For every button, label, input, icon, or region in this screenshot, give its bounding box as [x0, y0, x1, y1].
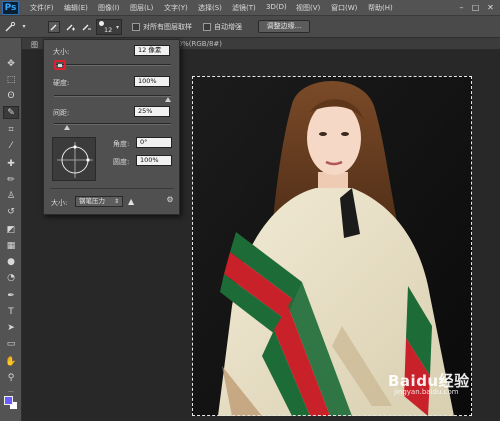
watermark: Baidu经验 jingyan.baidu.com [388, 370, 470, 396]
maximize-icon[interactable]: □ [470, 2, 481, 13]
watermark-url: jingyan.baidu.com [394, 388, 459, 396]
blur-tool-icon[interactable]: ● [3, 256, 19, 269]
add-to-selection-brush-icon[interactable] [64, 21, 76, 33]
clone-stamp-tool-icon[interactable]: ♙ [3, 190, 19, 203]
menu-edit[interactable]: 编辑(E) [64, 3, 88, 13]
brush-size-readout: 12 [104, 26, 113, 34]
refine-edge-button[interactable]: 调整边缘... [258, 20, 310, 33]
sample-all-layers-checkbox[interactable] [132, 23, 140, 31]
size-slider[interactable] [54, 64, 171, 66]
new-selection-brush-icon[interactable] [48, 21, 60, 33]
subtract-from-selection-brush-icon[interactable] [80, 21, 92, 33]
size-mode-label: 大小: [51, 199, 68, 207]
size-slider-thumb[interactable] [54, 60, 66, 70]
lasso-tool-icon[interactable]: ʘ [3, 90, 19, 103]
size-mode-dropdown[interactable]: 钢笔压力 ⇕ [75, 196, 123, 207]
tools-panel: ✥ ⬚ ʘ ✎ ⌗ ⁄ ✚ ✏ ♙ ↺ ◩ ▦ ● ◔ ✒ T ➤ ▭ ✋ ⚲ … [0, 38, 22, 421]
crop-tool-icon[interactable]: ⌗ [3, 124, 19, 137]
dodge-tool-icon[interactable]: ◔ [3, 272, 19, 285]
zoom-tool-icon[interactable]: ⚲ [3, 372, 19, 385]
history-brush-tool-icon[interactable]: ↺ [3, 206, 19, 219]
warning-icon: ▲ [128, 197, 135, 206]
hardness-field[interactable]: 100% [134, 76, 170, 87]
auto-enhance-label: 自动增强 [214, 23, 242, 31]
brush-picker-panel: 大小: 12 像素 硬度: 100% 间距: 25% 角度: 0° 圆度: 10… [43, 39, 180, 215]
roundness-label: 圆度: [113, 158, 130, 166]
hand-tool-icon[interactable]: ✋ [3, 356, 19, 369]
options-bar: ▾ 12 ▾ 对所有图层取样 自动增强 调整边缘... [0, 16, 500, 38]
menu-view[interactable]: 视图(V) [296, 3, 320, 13]
angle-roundness-dial[interactable] [52, 137, 96, 181]
menu-image[interactable]: 图像(I) [98, 3, 120, 13]
hardness-slider[interactable] [54, 95, 171, 97]
hardness-slider-thumb[interactable] [165, 97, 171, 102]
menu-select[interactable]: 选择(S) [198, 3, 222, 13]
healing-brush-tool-icon[interactable]: ✚ [3, 158, 19, 171]
brush-picker-button[interactable]: 12 ▾ [96, 19, 122, 35]
hardness-label: 硬度: [53, 79, 70, 87]
marquee-tool-icon[interactable]: ⬚ [3, 74, 19, 87]
angle-label: 角度: [113, 140, 130, 148]
dropdown-arrows-icon: ⇕ [113, 198, 119, 205]
type-tool-icon[interactable]: T [3, 306, 19, 319]
menu-3d[interactable]: 3D(D) [266, 3, 287, 11]
angle-field[interactable]: 0° [136, 137, 172, 148]
eraser-tool-icon[interactable]: ◩ [3, 224, 19, 237]
panel-divider [50, 188, 174, 189]
path-selection-tool-icon[interactable]: ➤ [3, 322, 19, 335]
size-mode-value: 钢笔压力 [79, 197, 105, 205]
chevron-down-icon: ▾ [116, 24, 120, 31]
size-label: 大小: [53, 48, 70, 56]
document-tab[interactable]: 图 [31, 40, 38, 50]
spacing-slider-thumb[interactable] [64, 125, 70, 130]
gear-icon[interactable]: ⚙ [165, 195, 175, 205]
roundness-field[interactable]: 100% [136, 155, 172, 166]
rectangle-tool-icon[interactable]: ▭ [3, 338, 19, 351]
quick-selection-tool-icon[interactable]: ✎ [3, 106, 19, 119]
brush-tool-icon[interactable]: ✏ [3, 174, 19, 187]
brush-tip-circle-icon [57, 142, 93, 178]
menu-file[interactable]: 文件(F) [30, 3, 54, 13]
tool-preset-arrow-icon[interactable]: ▾ [18, 21, 30, 33]
move-tool-icon[interactable]: ✥ [3, 58, 19, 71]
spacing-label: 间距: [53, 109, 70, 117]
menu-window[interactable]: 窗口(W) [331, 3, 357, 13]
menu-help[interactable]: 帮助(H) [368, 3, 393, 13]
foreground-color-swatch[interactable] [4, 396, 13, 405]
menu-type[interactable]: 文字(Y) [164, 3, 188, 13]
spacing-field[interactable]: 25% [134, 106, 170, 117]
gradient-tool-icon[interactable]: ▦ [3, 240, 19, 253]
selection-marquee [192, 76, 472, 416]
close-icon[interactable]: ✕ [485, 2, 496, 13]
eyedropper-tool-icon[interactable]: ⁄ [3, 140, 19, 153]
photoshop-logo: Ps [2, 1, 19, 15]
minimize-icon[interactable]: – [456, 2, 467, 13]
quick-selection-tool-icon[interactable] [4, 21, 16, 33]
menu-layer[interactable]: 图层(L) [130, 3, 153, 13]
size-field[interactable]: 12 像素 [134, 45, 170, 56]
menu-bar: Ps 文件(F) 编辑(E) 图像(I) 图层(L) 文字(Y) 选择(S) 滤… [0, 0, 500, 16]
auto-enhance-checkbox[interactable] [203, 23, 211, 31]
spacing-slider[interactable] [54, 123, 171, 125]
pen-tool-icon[interactable]: ✒ [3, 290, 19, 303]
sample-all-layers-label: 对所有图层取样 [143, 23, 192, 31]
menu-filter[interactable]: 滤镜(T) [232, 3, 256, 13]
